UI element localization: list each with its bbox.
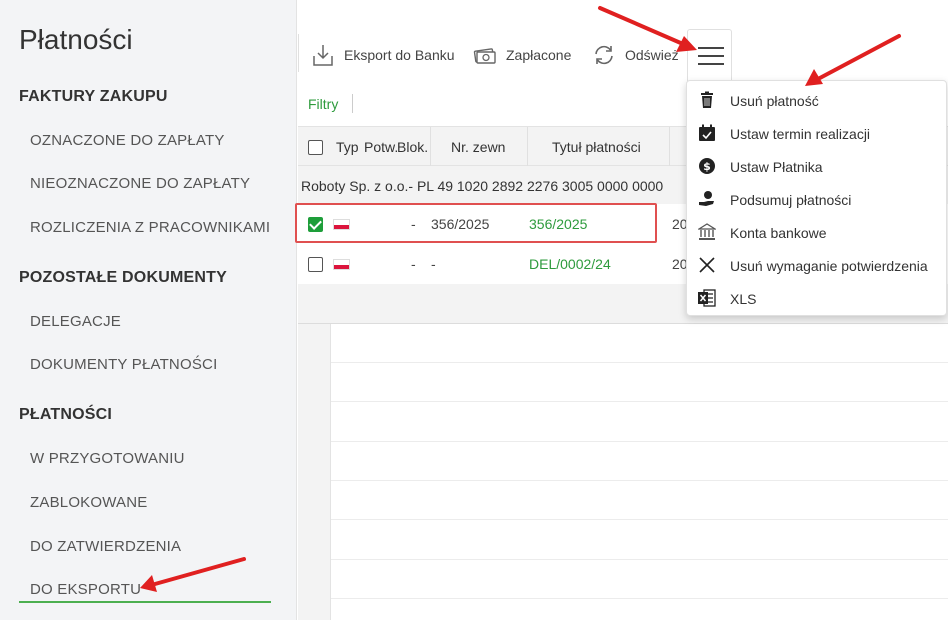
paid-button[interactable]: Zapłacone	[472, 40, 571, 70]
menu-item-ustaw-platnika[interactable]: $ Ustaw Płatnika	[687, 149, 946, 182]
grid-line	[331, 401, 948, 402]
active-item-indicator	[19, 601, 271, 603]
selected-row-highlight	[295, 203, 657, 243]
export-to-bank-label: Eksport do Banku	[344, 47, 455, 63]
hand-coins-icon	[698, 190, 716, 208]
close-icon	[698, 256, 716, 274]
grid-line	[331, 362, 948, 363]
paid-label: Zapłacone	[506, 47, 572, 63]
menu-item-podsumuj[interactable]: Podsumuj płatności	[687, 182, 946, 215]
column-separator	[527, 127, 528, 167]
column-separator	[430, 127, 431, 167]
svg-text:$: $	[703, 160, 711, 173]
row-gutter	[298, 324, 331, 620]
menu-item-usun-platnosc[interactable]: Usuń płatność	[687, 83, 946, 116]
row-checkbox[interactable]	[308, 257, 323, 272]
sidebar: Płatności FAKTURY ZAKUPU OZNACZONE DO ZA…	[0, 0, 297, 620]
refresh-button[interactable]: Odśwież	[591, 40, 679, 70]
menu-item-label: Ustaw Płatnika	[730, 159, 823, 175]
cell-tytul[interactable]: DEL/0002/24	[529, 256, 611, 272]
menu-item-label: Usuń wymaganie potwierdzenia	[730, 258, 928, 274]
select-all-checkbox[interactable]	[308, 140, 323, 155]
grid-line	[331, 559, 948, 560]
cell-blok: -	[411, 256, 416, 272]
sidebar-item-nieoznaczone[interactable]: NIEOZNACZONE DO ZAPŁATY	[30, 175, 250, 192]
grid-line	[331, 480, 948, 481]
sidebar-item-dokumenty-platnosci[interactable]: DOKUMENTY PŁATNOŚCI	[30, 356, 217, 373]
column-header-typ[interactable]: Typ	[336, 139, 359, 155]
arrow-to-usun-platnosc	[805, 34, 901, 86]
page-title: Płatności	[19, 24, 133, 55]
sidebar-item-w-przygotowaniu[interactable]: W PRZYGOTOWANIU	[30, 450, 185, 467]
section-heading-platnosci: PŁATNOŚCI	[19, 406, 113, 423]
more-menu-button[interactable]	[687, 29, 732, 81]
menu-item-label: Usuń płatność	[730, 93, 819, 109]
bank-icon	[696, 223, 718, 241]
menu-item-xls[interactable]: XLS	[687, 281, 946, 314]
sidebar-item-delegacje[interactable]: DELEGACJE	[30, 313, 121, 330]
menu-item-label: Konta bankowe	[730, 225, 827, 241]
sidebar-item-zablokowane[interactable]: ZABLOKOWANE	[30, 494, 148, 511]
calendar-check-icon	[698, 124, 716, 142]
poland-flag-icon	[333, 259, 350, 270]
menu-item-usun-wymaganie[interactable]: Usuń wymaganie potwierdzenia	[687, 248, 946, 281]
column-header-blok[interactable]: Blok.	[397, 139, 428, 155]
menu-item-ustaw-termin[interactable]: Ustaw termin realizacji	[687, 116, 946, 149]
excel-icon	[698, 289, 716, 307]
menu-item-label: Podsumuj płatności	[730, 192, 852, 208]
column-header-potw[interactable]: Potw.	[364, 139, 397, 155]
refresh-label: Odśwież	[625, 47, 679, 63]
section-heading-faktury-zakupu: FAKTURY ZAKUPU	[19, 88, 168, 105]
filters-link[interactable]: Filtry	[308, 96, 338, 112]
column-separator	[669, 127, 670, 167]
grid-line	[331, 598, 948, 599]
column-header-nr-zewn[interactable]: Nr. zewn	[451, 139, 505, 155]
cell-nr-zewn: -	[431, 256, 436, 272]
sidebar-item-do-eksportu[interactable]: DO EKSPORTU	[30, 581, 141, 598]
trash-icon	[698, 91, 716, 109]
grid-line	[331, 441, 948, 442]
menu-item-konta-bankowe[interactable]: Konta bankowe	[687, 215, 946, 248]
cash-icon	[472, 42, 498, 68]
menu-item-label: XLS	[730, 291, 757, 307]
toolbar-divider	[298, 34, 299, 72]
sidebar-item-do-zatwierdzenia[interactable]: DO ZATWIERDZENIA	[30, 538, 181, 555]
menu-item-label: Ustaw termin realizacji	[730, 126, 871, 142]
download-tray-icon	[310, 42, 336, 68]
sidebar-item-rozliczenia[interactable]: ROZLICZENIA Z PRACOWNIKAMI	[30, 219, 270, 236]
section-heading-pozostale: POZOSTAŁE DOKUMENTY	[19, 269, 227, 286]
sidebar-item-oznaczone[interactable]: OZNACZONE DO ZAPŁATY	[30, 132, 225, 149]
export-to-bank-button[interactable]: Eksport do Banku	[310, 40, 455, 70]
filters-divider	[352, 94, 353, 113]
column-header-tytul[interactable]: Tytuł płatności	[552, 139, 641, 155]
grid-line	[331, 519, 948, 520]
refresh-icon	[591, 42, 617, 68]
group-label: Roboty Sp. z o.o.- PL 49 1020 2892 2276 …	[301, 178, 664, 194]
dollar-circle-icon: $	[698, 157, 716, 175]
actions-dropdown-menu: Usuń płatność Ustaw termin realizacji $ …	[686, 80, 947, 316]
